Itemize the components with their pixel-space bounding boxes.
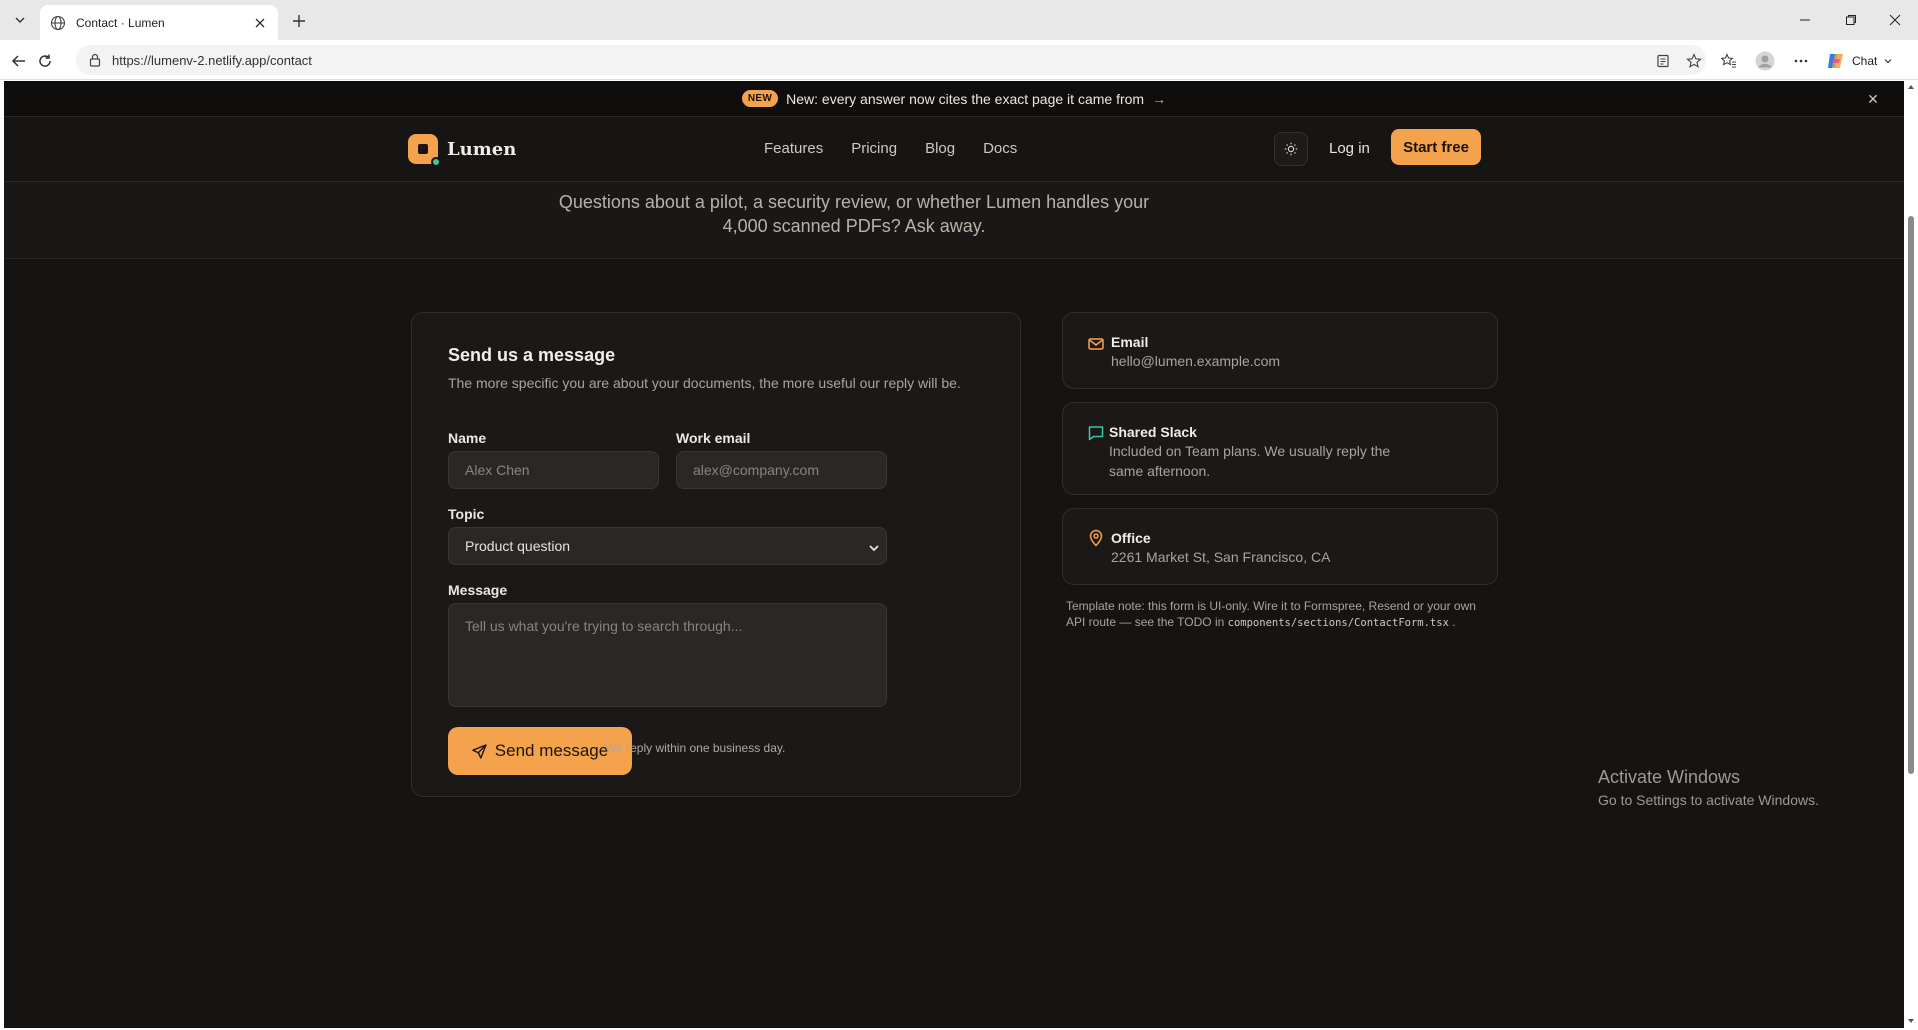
star-icon	[1686, 53, 1702, 68]
message-textarea[interactable]: Tell us what you're trying to search thr…	[448, 603, 887, 707]
login-link[interactable]: Log in	[1329, 140, 1370, 157]
template-note-end: .	[1452, 615, 1456, 629]
tab-title: Contact · Lumen	[76, 15, 165, 30]
windows-activation-watermark: Activate Windows Go to Settings to activ…	[1598, 767, 1819, 808]
contact-form-card: Send us a message The more specific you …	[411, 312, 1021, 797]
browser-tabstrip: Contact · Lumen	[0, 0, 1918, 40]
name-label: Name	[448, 430, 487, 446]
profile-button[interactable]	[1754, 50, 1776, 72]
copilot-chat-button[interactable]: Chat	[1826, 49, 1893, 73]
restore-icon	[1846, 15, 1856, 25]
close-tab-icon[interactable]	[252, 15, 268, 31]
work-email-input[interactable]: alex@company.com	[676, 451, 887, 489]
chevron-down-icon	[869, 545, 879, 552]
page-viewport: NEW New: every answer now cites the exac…	[4, 81, 1904, 1028]
message-label: Message	[448, 582, 508, 598]
browser-tab-active[interactable]: Contact · Lumen	[40, 5, 278, 40]
form-description: The more specific you are about your doc…	[448, 375, 961, 391]
form-title: Send us a message	[448, 345, 616, 365]
site-header: Lumen Features Pricing Blog Docs Log in …	[4, 118, 1904, 182]
brand-logo-link[interactable]: Lumen	[408, 134, 517, 167]
reply-time-note: We reply within one business day.	[605, 741, 786, 755]
new-badge: NEW	[741, 90, 779, 107]
arrow-right-icon: →	[1152, 90, 1167, 107]
contact-card-value: Included on Team plans. We usually reply…	[1109, 443, 1391, 479]
chat-label: Chat	[1852, 54, 1878, 68]
globe-icon	[50, 15, 66, 30]
topic-selected-value: Product question	[465, 538, 571, 554]
back-button[interactable]	[8, 50, 30, 72]
contact-card-value: 2261 Market St, San Francisco, CA	[1111, 549, 1331, 565]
announcement-bar[interactable]: NEW New: every answer now cites the exac…	[4, 81, 1904, 117]
reader-view-button[interactable]	[1652, 50, 1674, 72]
brand-name: Lumen	[447, 138, 517, 160]
primary-nav: Features Pricing Blog Docs	[764, 140, 1017, 157]
copilot-icon	[1828, 54, 1843, 68]
page-scrollbar[interactable]	[1904, 81, 1918, 1028]
announcement-message[interactable]: New: every answer now cites the exact pa…	[786, 91, 1144, 107]
nav-link-pricing[interactable]: Pricing	[851, 140, 897, 157]
scrollbar-thumb[interactable]	[1908, 216, 1914, 774]
arrow-left-icon	[11, 55, 25, 67]
watermark-line-1: Activate Windows	[1598, 767, 1741, 787]
send-icon	[472, 743, 487, 759]
reader-view-icon	[1657, 54, 1669, 68]
more-horizontal-icon	[1794, 59, 1808, 63]
avatar-icon	[1755, 51, 1775, 71]
contact-card-slack: Shared Slack Included on Team plans. We …	[1062, 402, 1498, 495]
logo-icon	[408, 134, 441, 167]
chevron-down-icon	[1884, 59, 1892, 64]
plus-icon	[293, 15, 305, 27]
name-input[interactable]: Alex Chen	[448, 451, 659, 489]
favorites-list-icon	[1721, 53, 1736, 68]
template-note: Template note: this form is UI-only. Wir…	[1066, 598, 1486, 631]
close-icon	[1889, 14, 1901, 26]
location-pin-icon	[1089, 529, 1103, 547]
dismiss-announcement-button[interactable]: ✕	[1864, 90, 1882, 108]
chat-icon	[1088, 426, 1104, 441]
topic-label: Topic	[448, 506, 485, 522]
url-text: https://lumenv-2.netlify.app/contact	[112, 52, 312, 68]
contact-card-title: Shared Slack	[1109, 424, 1197, 440]
minimize-icon	[1800, 19, 1810, 21]
close-window-button[interactable]	[1872, 0, 1918, 40]
contact-card-title: Office	[1111, 530, 1151, 546]
section-divider	[4, 258, 1904, 259]
watermark-line-2: Go to Settings to activate Windows.	[1598, 792, 1819, 808]
sun-icon	[1284, 142, 1298, 156]
nav-link-docs[interactable]: Docs	[983, 140, 1017, 157]
hero-subtitle-line-1: Questions about a pilot, a security revi…	[558, 192, 1150, 212]
browser-toolbar: https://lumenv-2.netlify.app/contact Cha…	[0, 40, 1918, 80]
hero-subtitle: Questions about a pilot, a security revi…	[514, 190, 1194, 238]
email-address-link[interactable]: hello@lumen.example.com	[1111, 351, 1280, 371]
nav-link-blog[interactable]: Blog	[925, 140, 955, 157]
minimize-window-button[interactable]	[1782, 0, 1828, 40]
hero-subtitle-line-2: 4,000 scanned PDFs? Ask away.	[722, 216, 986, 236]
scroll-up-arrow-icon[interactable]	[1907, 83, 1915, 91]
address-bar[interactable]: https://lumenv-2.netlify.app/contact	[76, 45, 1706, 75]
nav-link-features[interactable]: Features	[764, 140, 823, 157]
send-message-label: Send message	[494, 741, 609, 760]
chevron-down-icon	[15, 17, 25, 23]
contact-card-email: Email hello@lumen.example.com	[1062, 312, 1498, 389]
work-email-label: Work email	[676, 430, 751, 446]
restore-window-button[interactable]	[1828, 0, 1874, 40]
mail-icon	[1088, 338, 1104, 350]
theme-toggle-button[interactable]	[1274, 132, 1308, 166]
reload-icon	[39, 54, 51, 67]
template-note-code: components/sections/ContactForm.tsx	[1227, 617, 1449, 629]
reload-button[interactable]	[34, 50, 56, 72]
contact-card-title: Email	[1111, 334, 1149, 350]
favorites-button[interactable]	[1718, 50, 1740, 72]
site-info-icon	[89, 53, 101, 67]
topic-select[interactable]: Product question	[448, 527, 887, 565]
contact-card-office: Office 2261 Market St, San Francisco, CA	[1062, 508, 1498, 585]
settings-more-button[interactable]	[1790, 50, 1812, 72]
start-free-button[interactable]: Start free	[1391, 129, 1481, 165]
tab-actions-menu-button[interactable]	[6, 8, 34, 32]
new-tab-button[interactable]	[288, 10, 310, 32]
status-dot	[431, 157, 441, 167]
favorite-button[interactable]	[1683, 50, 1705, 72]
scroll-down-arrow-icon[interactable]	[1907, 1017, 1915, 1025]
